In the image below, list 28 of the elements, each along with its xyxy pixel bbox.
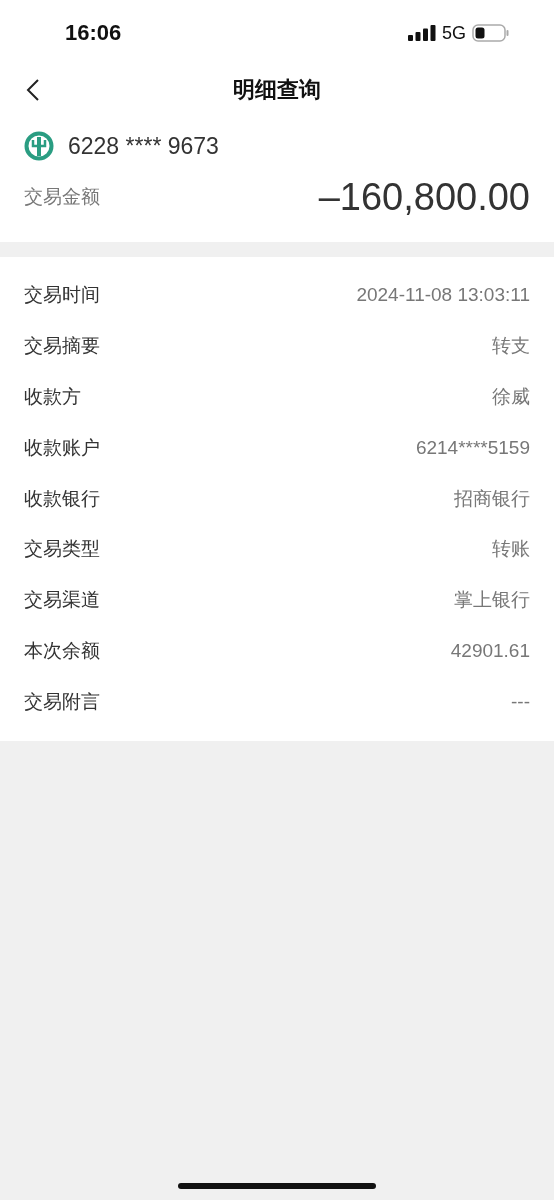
back-icon[interactable] xyxy=(26,79,40,101)
detail-label: 交易附言 xyxy=(24,688,100,714)
detail-label: 交易渠道 xyxy=(24,587,100,613)
detail-label: 收款账户 xyxy=(24,434,100,460)
detail-label: 交易时间 xyxy=(24,282,100,308)
detail-value: --- xyxy=(511,690,530,713)
battery-icon xyxy=(472,24,510,42)
detail-label: 收款方 xyxy=(24,384,81,409)
detail-value: 转账 xyxy=(492,537,530,562)
account-number: 6228 **** 9673 xyxy=(68,132,219,160)
network-label: 5G xyxy=(442,22,466,44)
detail-value: 2024-11-08 13:03:11 xyxy=(356,284,530,307)
detail-label: 交易类型 xyxy=(24,536,100,562)
detail-label: 交易摘要 xyxy=(24,333,100,359)
detail-label: 收款银行 xyxy=(24,485,100,511)
detail-value: 招商银行 xyxy=(454,486,530,511)
detail-value: 42901.61 xyxy=(450,639,530,662)
signal-icon xyxy=(408,25,436,41)
bank-logo-icon xyxy=(24,131,54,161)
status-time: 16:06 xyxy=(65,20,122,46)
detail-value: 徐威 xyxy=(492,385,530,409)
detail-value: 6214****5159 xyxy=(415,436,530,459)
detail-value: 转支 xyxy=(492,334,530,359)
amount-value: –160,800.00 xyxy=(318,175,530,219)
detail-value: 掌上银行 xyxy=(454,588,530,613)
page-title: 明细查询 xyxy=(233,76,321,104)
amount-label: 交易金额 xyxy=(24,184,100,209)
detail-label: 本次余额 xyxy=(24,637,100,663)
